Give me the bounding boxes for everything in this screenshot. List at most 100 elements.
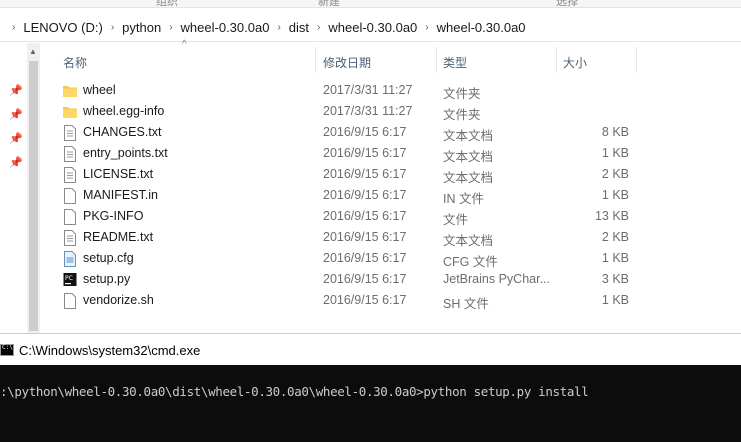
pin-icon[interactable]: 📌	[9, 133, 23, 145]
file-row[interactable]: wheel 2017/3/31 11:27 文件夹	[41, 80, 741, 101]
file-name: wheel.egg-info	[83, 104, 165, 118]
file-name: wheel	[83, 83, 116, 97]
file-type: 文件夹	[443, 87, 481, 101]
column-name-header[interactable]: 名称	[63, 54, 87, 71]
file-size: 3 KB	[601, 272, 629, 286]
breadcrumb-item[interactable]: dist	[289, 20, 309, 35]
window-title: C:\Windows\system32\cmd.exe	[19, 343, 201, 358]
breadcrumb-item[interactable]: wheel-0.30.0a0	[437, 20, 526, 35]
blank-file-icon	[64, 293, 76, 309]
pin-icon[interactable]: 📌	[9, 157, 23, 169]
file-name: setup.py	[83, 272, 131, 286]
file-date: 2016/9/15 6:17	[323, 146, 407, 160]
chevron-right-icon: ›	[12, 22, 16, 33]
file-row[interactable]: CHANGES.txt 2016/9/15 6:17 文本文档 8 KB	[41, 122, 741, 143]
file-size: 2 KB	[601, 167, 629, 181]
folder-icon	[63, 86, 77, 97]
column-date-header[interactable]: 修改日期	[323, 54, 371, 71]
chevron-right-icon[interactable]: ›	[317, 22, 320, 33]
ribbon-label-organize[interactable]: 组织	[156, 0, 178, 7]
ribbon-label-new[interactable]: 新建	[318, 0, 340, 7]
file-size: 1 KB	[601, 293, 629, 307]
file-name: LICENSE.txt	[83, 167, 154, 181]
file-type: 文本文档	[443, 234, 494, 248]
file-type: 文本文档	[443, 129, 494, 143]
file-date: 2016/9/15 6:17	[323, 167, 407, 181]
console-icon	[0, 344, 14, 356]
config-file-icon	[64, 251, 76, 267]
file-size: 8 KB	[601, 125, 629, 139]
file-size: 1 KB	[601, 146, 629, 160]
file-row[interactable]: vendorize.sh 2016/9/15 6:17 SH 文件 1 KB	[41, 290, 741, 311]
breadcrumb-item[interactable]: wheel-0.30.0a0	[181, 20, 270, 35]
file-name: MANIFEST.in	[83, 188, 159, 202]
text-file-icon	[64, 146, 76, 162]
scroll-up-icon[interactable]: ▲	[29, 47, 37, 56]
column-divider[interactable]	[315, 47, 316, 73]
blank-file-icon	[64, 209, 76, 225]
file-row[interactable]: PKG-INFO 2016/9/15 6:17 文件 13 KB	[41, 206, 741, 227]
file-type: 文件	[443, 213, 469, 227]
address-bar[interactable]: › LENOVO (D:) › python › wheel-0.30.0a0 …	[0, 14, 741, 42]
file-size: 2 KB	[601, 230, 629, 244]
cmd-title-bar[interactable]: C:\Windows\system32\cmd.exe	[0, 333, 741, 365]
breadcrumb-item[interactable]: wheel-0.30.0a0	[328, 20, 417, 35]
file-name: vendorize.sh	[83, 293, 154, 307]
breadcrumb-item[interactable]: python	[122, 20, 161, 35]
file-name: README.txt	[83, 230, 154, 244]
scrollbar-thumb[interactable]	[29, 61, 38, 331]
file-type: 文件夹	[443, 108, 481, 122]
file-row[interactable]: PC setup.py 2016/9/15 6:17 JetBrains PyC…	[41, 269, 741, 290]
breadcrumb-item[interactable]: LENOVO (D:)	[23, 20, 102, 35]
column-divider[interactable]	[556, 47, 557, 73]
file-size: 1 KB	[601, 251, 629, 265]
blank-file-icon	[64, 188, 76, 204]
chevron-right-icon[interactable]: ›	[425, 22, 428, 33]
file-type: JetBrains PyChar...	[443, 272, 550, 286]
ribbon-label-select[interactable]: 选择	[556, 0, 578, 7]
ribbon-strip: 组织 新建 选择	[0, 0, 741, 8]
command-line: :\python\wheel-0.30.0a0\dist\wheel-0.30.…	[0, 384, 589, 399]
file-row[interactable]: setup.cfg 2016/9/15 6:17 CFG 文件 1 KB	[41, 248, 741, 269]
file-name: entry_points.txt	[83, 146, 168, 160]
chevron-right-icon[interactable]: ›	[277, 22, 280, 33]
text-file-icon	[64, 230, 76, 246]
file-date: 2017/3/31 11:27	[323, 104, 413, 118]
column-size-header[interactable]: 大小	[563, 54, 587, 71]
file-type: 文本文档	[443, 150, 494, 164]
file-date: 2016/9/15 6:17	[323, 125, 407, 139]
file-date: 2017/3/31 11:27	[323, 83, 413, 97]
column-divider[interactable]	[636, 47, 637, 73]
column-header: ^ 名称 修改日期 类型 大小	[41, 39, 741, 77]
file-date: 2016/9/15 6:17	[323, 188, 407, 202]
file-name: PKG-INFO	[83, 209, 144, 223]
file-row[interactable]: MANIFEST.in 2016/9/15 6:17 IN 文件 1 KB	[41, 185, 741, 206]
file-date: 2016/9/15 6:17	[323, 251, 407, 265]
pin-icon[interactable]: 📌	[9, 85, 23, 97]
pycharm-file-icon: PC	[63, 273, 77, 286]
column-type-header[interactable]: 类型	[443, 54, 467, 71]
navigation-scrollbar[interactable]: ▲	[27, 43, 40, 333]
svg-text:PC: PC	[65, 275, 73, 282]
file-type: 文本文档	[443, 171, 494, 185]
folder-icon	[63, 107, 77, 118]
file-row[interactable]: README.txt 2016/9/15 6:17 文本文档 2 KB	[41, 227, 741, 248]
console-output[interactable]: :\python\wheel-0.30.0a0\dist\wheel-0.30.…	[0, 365, 741, 442]
file-date: 2016/9/15 6:17	[323, 209, 407, 223]
text-file-icon	[64, 125, 76, 141]
file-row[interactable]: LICENSE.txt 2016/9/15 6:17 文本文档 2 KB	[41, 164, 741, 185]
file-name: setup.cfg	[83, 251, 134, 265]
sort-ascending-icon: ^	[182, 39, 187, 50]
file-date: 2016/9/15 6:17	[323, 293, 407, 307]
file-row[interactable]: entry_points.txt 2016/9/15 6:17 文本文档 1 K…	[41, 143, 741, 164]
pin-icon[interactable]: 📌	[9, 109, 23, 121]
column-divider[interactable]	[436, 47, 437, 73]
file-size: 13 KB	[594, 209, 629, 223]
text-file-icon	[64, 167, 76, 183]
file-row[interactable]: wheel.egg-info 2017/3/31 11:27 文件夹	[41, 101, 741, 122]
chevron-right-icon[interactable]: ›	[169, 22, 172, 33]
file-name: CHANGES.txt	[83, 125, 162, 139]
file-type: CFG 文件	[443, 255, 498, 269]
chevron-right-icon[interactable]: ›	[111, 22, 114, 33]
file-size: 1 KB	[601, 188, 629, 202]
